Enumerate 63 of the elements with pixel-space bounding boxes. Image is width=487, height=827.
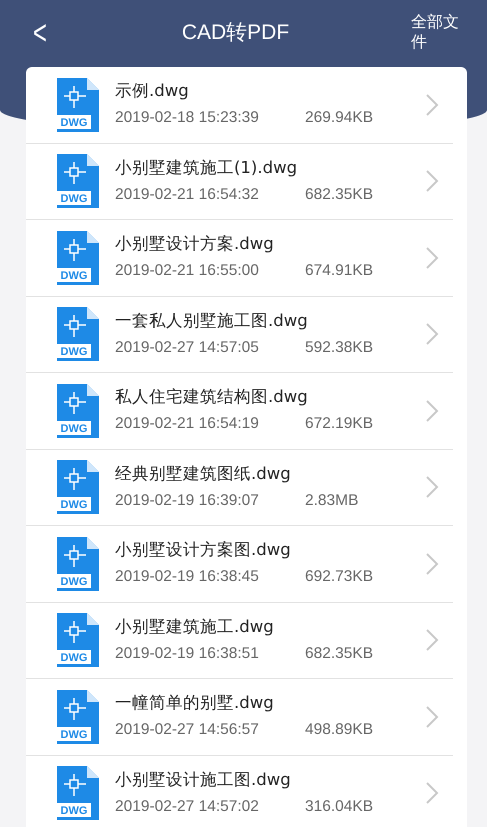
file-name: 示例.dwg [115,80,190,102]
file-name: 经典别墅建筑图纸.dwg [115,462,292,485]
chevron-right-icon [425,552,439,576]
file-row[interactable]: DWG 私人住宅建筑结构图.dwg 2019-02-21 16:54:19 672.19KB [26,373,453,450]
file-date: 2019-02-21 16:55:00 [115,261,260,282]
file-name: 小别墅设计方案.dwg [115,233,275,256]
file-date: 2019-02-21 16:54:32 [115,184,260,205]
dwg-file-icon: DWG [57,536,99,591]
file-date: 2019-02-19 16:39:07 [115,490,260,511]
dwg-file-icon: DWG [57,613,99,668]
file-date: 2019-02-18 15:23:39 [115,108,260,128]
file-row[interactable]: DWG 经典别墅建筑图纸.dwg 2019-02-19 16:39:07 2.83MB [26,450,453,526]
file-size: 692.73KB [305,568,374,586]
file-size: 672.19KB [305,415,374,432]
file-row[interactable]: DWG 小别墅设计方案图.dwg 2019-02-19 16:38:45 692.73KB [26,526,453,602]
file-name: 小别墅建筑施工(1).dwg [115,156,298,179]
file-size: 674.91KB [305,262,374,280]
file-date: 2019-02-19 16:38:45 [115,567,260,588]
file-size: 498.89KB [305,721,374,738]
file-row[interactable]: DWG 一幢简单的别墅.dwg 2019-02-27 14:56:57 498.89KB [26,679,453,756]
file-size: 682.35KB [305,186,374,203]
chevron-right-icon [425,92,439,117]
file-date: 2019-02-27 14:57:02 [115,796,260,817]
chevron-right-icon [425,704,439,729]
file-row[interactable]: DWG 一套私人别墅施工图.dwg 2019-02-27 14:57:05 592.38KB [26,296,453,373]
back-button[interactable]: < [26,16,54,50]
dwg-file-icon: DWG [57,384,99,438]
dwg-file-icon: DWG [57,766,99,820]
chevron-right-icon [425,246,439,270]
chevron-right-icon [425,322,439,346]
file-date: 2019-02-27 14:56:57 [115,720,260,740]
file-size: 269.94KB [305,109,374,126]
file-name: 小别墅建筑施工.dwg [115,616,275,638]
file-name: 一幢简单的别墅.dwg [115,692,275,714]
chevron-right-icon [425,398,439,423]
file-row[interactable]: DWG 示例.dwg 2019-02-18 15:23:39 269.94KB [26,67,453,144]
file-name: 一套私人别墅施工图.dwg [115,310,309,332]
file-row[interactable]: DWG 小别墅建筑施工(1).dwg 2019-02-21 16:54:32 682.35KB [26,144,453,220]
file-size: 592.38KB [305,338,374,356]
file-name: 私人住宅建筑结构图.dwg [115,386,309,408]
page-title: CAD转PDF [182,20,290,46]
dwg-file-icon: DWG [57,230,99,285]
file-row[interactable]: DWG 小别墅建筑施工.dwg 2019-02-19 16:38:51 682.35KB [26,602,453,679]
file-size: 2.83MB [305,492,358,509]
dwg-file-icon: DWG [57,307,99,362]
all-files-button[interactable]: 全部文件 [411,12,473,52]
file-row[interactable]: DWG 小别墅设计施工图.dwg 2019-02-27 14:57:02 316.04KB [26,756,453,827]
file-date: 2019-02-21 16:54:19 [115,414,260,434]
chevron-right-icon [425,169,439,194]
file-date: 2019-02-27 14:57:05 [115,338,260,358]
chevron-right-icon [425,475,439,500]
dwg-file-icon: DWG [57,78,99,132]
file-size: 682.35KB [305,644,374,662]
dwg-file-icon: DWG [57,154,99,208]
file-date: 2019-02-19 16:38:51 [115,644,260,664]
file-name: 小别墅设计方案图.dwg [115,539,292,562]
dwg-file-icon: DWG [57,460,99,514]
chevron-right-icon [425,628,439,652]
file-size: 316.04KB [305,798,374,815]
file-row[interactable]: DWG 小别墅设计方案.dwg 2019-02-21 16:55:00 674.91KB [26,220,453,296]
dwg-file-icon: DWG [57,690,99,744]
chevron-right-icon [425,781,439,806]
file-name: 小别墅设计施工图.dwg [115,768,292,791]
